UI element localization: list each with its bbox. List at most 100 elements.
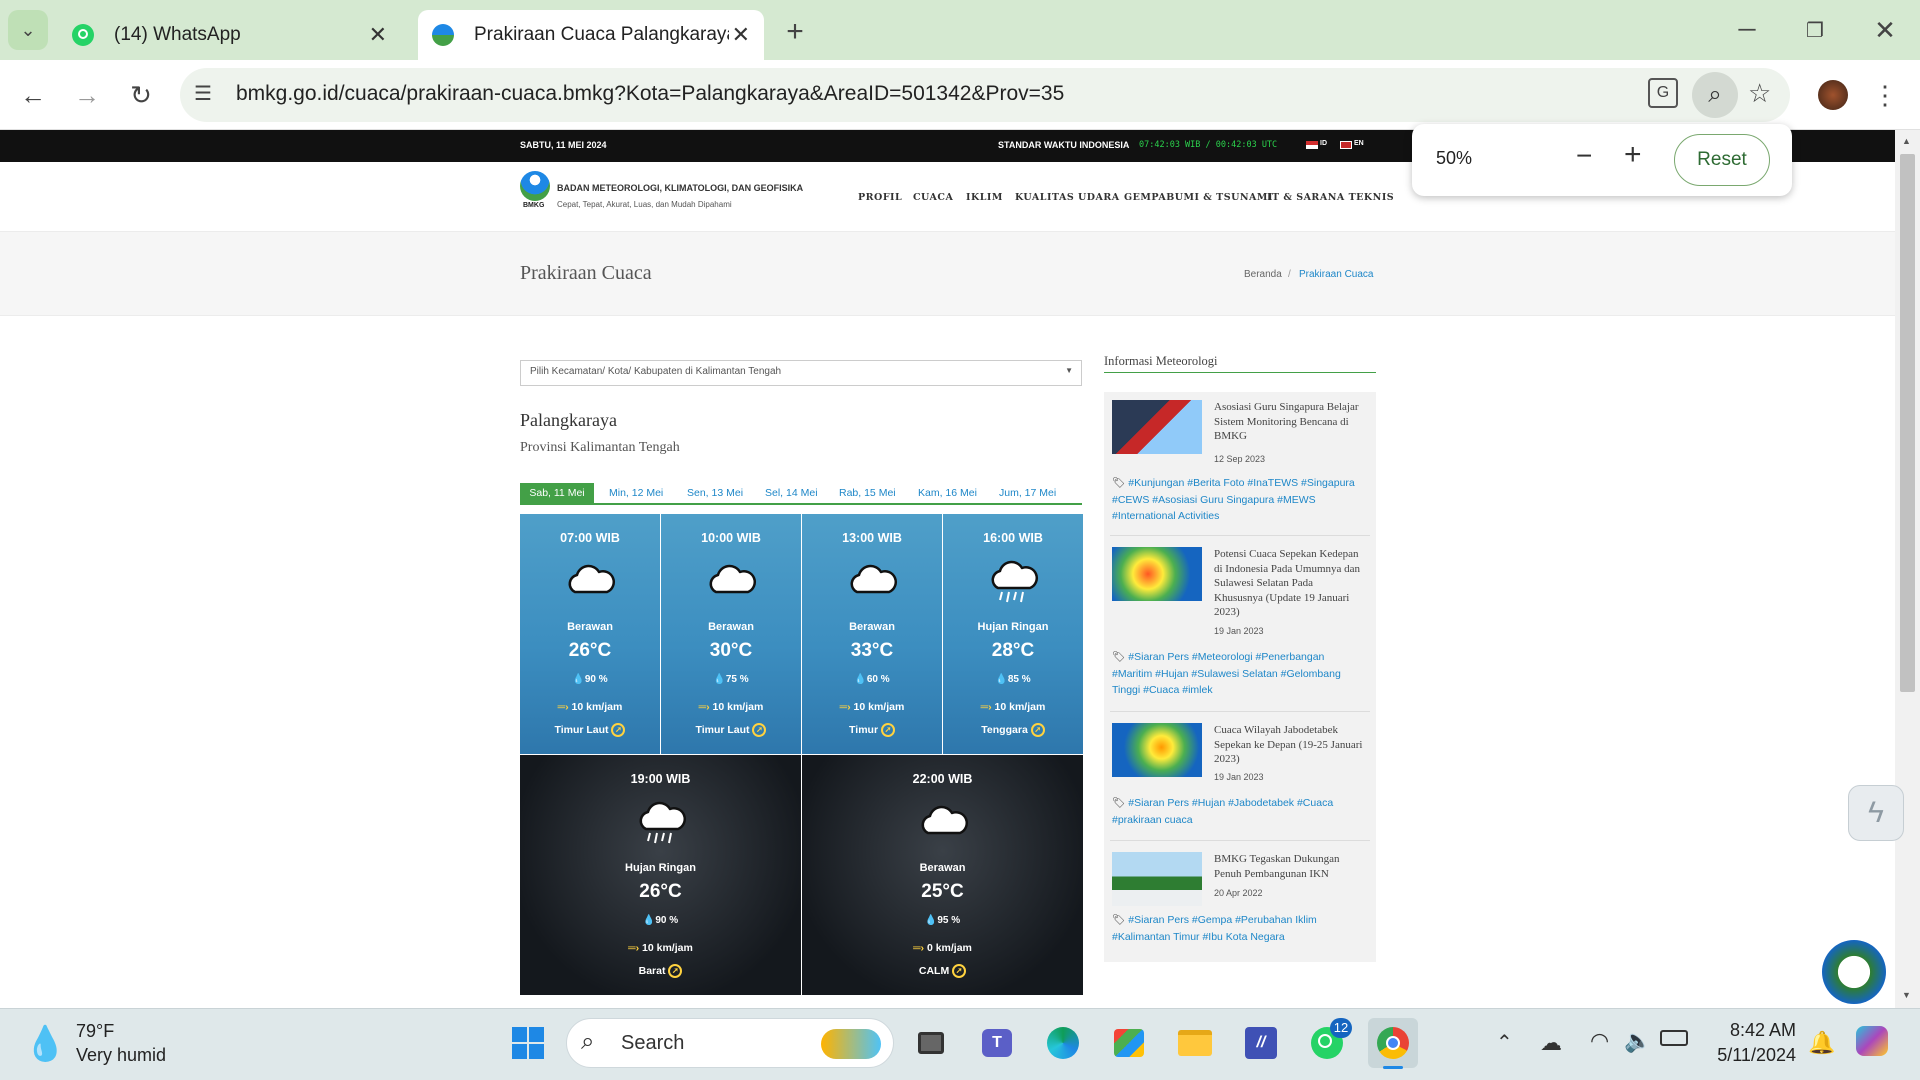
region-select[interactable]: Pilih Kecamatan/ Kota/ Kabupaten di Kali…	[520, 360, 1082, 386]
tab-sel-14-mei[interactable]: Sel, 14 Mei	[765, 483, 818, 503]
nav-iklim[interactable]: IKLIM	[966, 192, 1003, 203]
news-tags-text[interactable]: #Siaran Pers #Hujan #Jabodetabek #Cuaca …	[1112, 797, 1333, 826]
floating-assistant-button[interactable]: ϟ	[1848, 785, 1904, 841]
close-window-button[interactable]: ✕	[1860, 10, 1910, 50]
task-view-icon[interactable]	[906, 1018, 956, 1068]
lang-id-flag-icon[interactable]	[1306, 141, 1318, 149]
page-scrollbar[interactable]: ▲ ▼	[1895, 130, 1920, 1008]
news-title[interactable]: Asosiasi Guru Singapura Belajar Sistem M…	[1214, 400, 1364, 444]
news-thumbnail[interactable]	[1112, 547, 1202, 601]
zoom-out-button[interactable]: −	[1576, 140, 1592, 172]
wifi-icon[interactable]: ◠	[1590, 1028, 1609, 1054]
news-date: 20 Apr 2022	[1214, 888, 1263, 898]
translate-icon[interactable]: G	[1648, 78, 1678, 108]
tab-jum-17-mei[interactable]: Jum, 17 Mei	[999, 483, 1056, 503]
breadcrumb-home[interactable]: Beranda	[1244, 269, 1282, 280]
edge-icon[interactable]	[1038, 1018, 1088, 1068]
breadcrumb-current[interactable]: Prakiraan Cuaca	[1299, 269, 1373, 280]
site-info-icon[interactable]: ☰	[194, 81, 212, 106]
news-thumbnail[interactable]	[1112, 852, 1202, 906]
news-tags[interactable]: 🏷 #Kunjungan #Berita Foto #InaTEWS #Sing…	[1112, 475, 1362, 525]
nav-it-sarana[interactable]: IT & SARANA TEKNIS	[1267, 192, 1394, 203]
news-tags-text[interactable]: #Siaran Pers #Meteorologi #Penerbangan #…	[1112, 651, 1341, 696]
tag-icon: 🏷	[1112, 914, 1126, 926]
new-tab-button[interactable]: +	[775, 12, 815, 52]
news-tags-text[interactable]: #Kunjungan #Berita Foto #InaTEWS #Singap…	[1112, 477, 1355, 522]
back-button[interactable]: ←	[12, 74, 54, 116]
battery-icon[interactable]	[1660, 1030, 1688, 1046]
wind-speed: 0 km/jam	[926, 942, 972, 954]
news-title[interactable]: Cuaca Wilayah Jabodetabek Sepekan ke Dep…	[1214, 723, 1364, 767]
volume-icon[interactable]: 🔈	[1624, 1028, 1651, 1054]
store-icon[interactable]	[1104, 1018, 1154, 1068]
browser-menu-icon[interactable]: ⋮	[1870, 74, 1900, 116]
taskbar-weather-desc[interactable]: Very humid	[76, 1045, 166, 1066]
nav-gempabumi[interactable]: GEMPABUMI & TSUNAMI	[1124, 192, 1273, 203]
bookmark-star-icon[interactable]: ☆	[1748, 78, 1771, 109]
tab-sen-13-mei[interactable]: Sen, 13 Mei	[687, 483, 743, 503]
clock-date[interactable]: 5/11/2024	[1710, 1045, 1796, 1066]
restore-button[interactable]: ❐	[1790, 10, 1840, 50]
scroll-thumb[interactable]	[1900, 154, 1915, 692]
close-tab-icon[interactable]: ✕	[369, 22, 387, 48]
browser-toolbar: ← → ↻ ☰ bmkg.go.id/cuaca/prakiraan-cuaca…	[0, 60, 1920, 130]
tab-bmkg-active[interactable]: Prakiraan Cuaca Palangkaraya - ✕	[418, 10, 764, 60]
teams-icon[interactable]: T	[972, 1018, 1022, 1068]
news-tags[interactable]: 🏷 #Siaran Pers #Gempa #Perubahan Iklim #…	[1112, 912, 1362, 945]
tab-rab-15-mei[interactable]: Rab, 15 Mei	[839, 483, 896, 503]
forward-button[interactable]: →	[66, 74, 108, 116]
taskbar-weather-temp[interactable]: 79°F	[76, 1021, 114, 1042]
news-tags[interactable]: 🏷 #Siaran Pers #Hujan #Jabodetabek #Cuac…	[1112, 795, 1362, 828]
forecast-wind-direction: Timur Laut ➚	[661, 723, 801, 737]
taskbar-search-box[interactable]: ⌕ Search	[566, 1018, 894, 1068]
news-tags-text[interactable]: #Siaran Pers #Gempa #Perubahan Iklim #Ka…	[1112, 914, 1317, 943]
zoom-icon[interactable]: ⌕	[1692, 72, 1738, 118]
profile-avatar[interactable]	[1818, 80, 1848, 110]
chrome-taskbar-icon[interactable]	[1368, 1018, 1418, 1069]
scroll-down-icon[interactable]: ▼	[1902, 990, 1911, 1000]
onedrive-icon[interactable]: ☁	[1540, 1030, 1562, 1056]
address-bar[interactable]: ☰ bmkg.go.id/cuaca/prakiraan-cuaca.bmkg?…	[180, 68, 1790, 122]
weather-drop-icon[interactable]: 💧	[24, 1024, 66, 1064]
wind-speed: 10 km/jam	[853, 701, 905, 713]
tray-chevron-icon[interactable]: ⌃	[1496, 1030, 1513, 1055]
start-button[interactable]	[503, 1018, 553, 1068]
wind-icon: ═›	[698, 701, 710, 713]
clock-time[interactable]: 8:42 AM	[1726, 1020, 1796, 1041]
notification-bell-icon[interactable]: 🔔	[1808, 1030, 1835, 1056]
tab-label: Prakiraan Cuaca Palangkaraya -	[474, 24, 729, 45]
whatsapp-taskbar-icon[interactable]: 12	[1302, 1018, 1352, 1068]
nav-profil[interactable]: PROFIL	[858, 192, 902, 203]
news-title[interactable]: Potensi Cuaca Sepekan Kedepan di Indones…	[1214, 547, 1364, 620]
lang-en-label[interactable]: EN	[1354, 140, 1364, 147]
minimize-button[interactable]: ─	[1722, 10, 1772, 50]
copilot-icon[interactable]	[1856, 1026, 1888, 1056]
tab-kam-16-mei[interactable]: Kam, 16 Mei	[918, 483, 977, 503]
lang-en-flag-icon[interactable]	[1340, 141, 1352, 149]
tab-whatsapp[interactable]: (14) WhatsApp ✕	[60, 10, 405, 60]
live-chat-icon[interactable]	[1822, 940, 1886, 1004]
nav-cuaca[interactable]: CUACA	[913, 192, 953, 203]
tab-sab-11-mei[interactable]: Sab, 11 Mei	[520, 483, 594, 503]
lightning-icon: ϟ	[1868, 796, 1884, 829]
news-thumbnail[interactable]	[1112, 400, 1202, 454]
close-tab-icon[interactable]: ✕	[732, 22, 750, 48]
zoom-reset-button[interactable]: Reset	[1674, 134, 1770, 186]
news-title[interactable]: BMKG Tegaskan Dukungan Penuh Pembangunan…	[1214, 852, 1364, 881]
app-icon[interactable]: //	[1236, 1018, 1286, 1068]
news-tags[interactable]: 🏷 #Siaran Pers #Meteorologi #Penerbangan…	[1112, 649, 1362, 699]
nav-kualitas-udara[interactable]: KUALITAS UDARA	[1015, 192, 1120, 203]
url-text[interactable]: bmkg.go.id/cuaca/prakiraan-cuaca.bmkg?Ko…	[236, 82, 1064, 106]
bmkg-logo-icon[interactable]	[520, 171, 550, 201]
tab-search-button[interactable]: ⌄	[8, 10, 48, 50]
forecast-time: 10:00 WIB	[701, 531, 761, 545]
reload-button[interactable]: ↻	[120, 74, 162, 116]
tab-min-12-mei[interactable]: Min, 12 Mei	[609, 483, 663, 503]
zoom-in-button[interactable]: +	[1624, 138, 1642, 172]
compass-icon: ➚	[611, 723, 626, 737]
lang-id-label[interactable]: ID	[1320, 140, 1327, 147]
news-thumbnail[interactable]	[1112, 723, 1202, 777]
scroll-up-icon[interactable]: ▲	[1902, 136, 1911, 146]
forecast-temperature: 33°C	[850, 640, 894, 661]
file-explorer-icon[interactable]	[1170, 1018, 1220, 1068]
